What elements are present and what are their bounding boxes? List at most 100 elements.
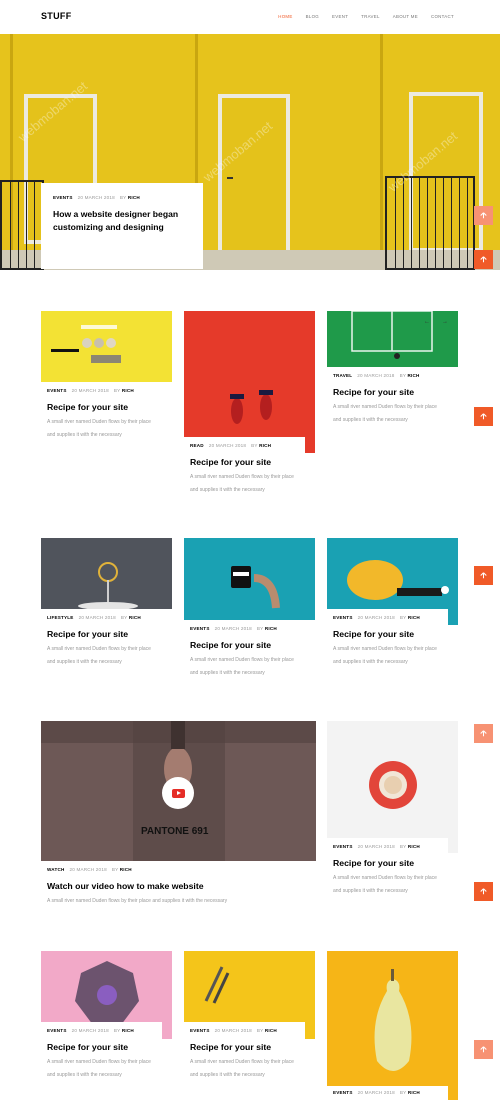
post-info: READ 20 MARCH 2018 BY RICH Recipe for your…: [184, 437, 305, 506]
post-excerpt: A small river named Duden flows by their…: [333, 875, 437, 894]
post-title[interactable]: Recipe for your site: [333, 629, 442, 639]
post-info: EVENTS 20 MARCH 2018 BY RICH Recipe for yo…: [184, 1022, 305, 1091]
site-header: STUFF HOME BLOG EVENT TRAVEL ABOUT ME CO…: [0, 0, 500, 34]
post-meta: TRAVEL 20 MARCH 2018 BY RICH: [333, 373, 420, 378]
nav-about-me[interactable]: ABOUT ME: [393, 14, 418, 19]
nav-blog[interactable]: BLOG: [306, 14, 319, 19]
hero-post-title[interactable]: How a website designer began customizing…: [53, 208, 191, 233]
nav-event[interactable]: EVENT: [332, 14, 348, 19]
post-excerpt: A small river named Duden flows by their…: [190, 474, 294, 493]
post-card[interactable]: EVENTS 20 MARCH 2018 BY RICH Recipe for yo…: [184, 951, 315, 1091]
post-meta: EVENTS 20 MARCH 2018 BY RICH: [333, 1090, 420, 1095]
post-image-art: [231, 566, 280, 609]
post-meta: EVENTS 20 MARCH 2018 BY RICH: [47, 1028, 134, 1033]
post-info: EVENTS 20 MARCH 2018 BY RICH Recipe for yo…: [41, 382, 162, 456]
post-meta: LIFESTYLE 20 MARCH 2018 BY RICH: [47, 615, 141, 620]
post-info: WATCH 20 MARCH 2018 BY RICH Watch our vide…: [41, 861, 289, 921]
post-meta: EVENTS 20 MARCH 2018 BY RICH: [190, 1028, 277, 1033]
post-image-art: [230, 390, 273, 424]
post-info: EVENTS 20 MARCH 2018 BY RICH Recipe for yo…: [41, 1022, 162, 1091]
post-title[interactable]: Recipe for your site: [47, 1042, 156, 1052]
post-image: [184, 538, 315, 620]
post-title[interactable]: Recipe for your site: [47, 629, 156, 639]
post-excerpt: A small river named Duden flows by their…: [333, 646, 437, 665]
scroll-top-button[interactable]: [474, 407, 493, 426]
arrow-up-icon: [480, 572, 487, 579]
arrow-up-icon: [480, 730, 487, 737]
arrow-left-icon[interactable]: ←: [424, 319, 430, 325]
post-title[interactable]: Recipe for your site: [333, 858, 442, 868]
post-meta: EVENTS 20 MARCH 2018 BY RICH: [47, 388, 134, 393]
scroll-top-button[interactable]: [474, 566, 493, 585]
arrow-up-icon: [480, 888, 487, 895]
post-image: [184, 311, 315, 453]
post-card[interactable]: READ 20 MARCH 2018 BY RICH Recipe for your…: [184, 311, 315, 506]
nav-home[interactable]: HOME: [278, 14, 292, 19]
wall-panel: [380, 34, 383, 270]
post-title[interactable]: Recipe for your site: [190, 640, 299, 650]
post-image-art: [369, 761, 417, 809]
arrow-up-icon: [480, 212, 487, 219]
slider-controls: ← →: [424, 319, 448, 325]
post-card[interactable]: EVENTS 20 MARCH 2018 BY RICH Recipe for yo…: [184, 538, 315, 683]
post-title[interactable]: Recipe for your site: [47, 402, 156, 412]
post-meta: EVENTS 20 MARCH 2018 BY RICH: [333, 615, 420, 620]
hero-post-card[interactable]: EVENTS 20 MARCH 2018 BY RICH How a website…: [41, 183, 203, 269]
post-info: EVENTS 20 MARCH 2018 BY RICH Recipe for yo…: [327, 838, 448, 896]
scroll-top-button[interactable]: [474, 250, 493, 269]
post-card[interactable]: EVENTS 20 MARCH 2018 BY RICH: [327, 951, 458, 1100]
post-image: [41, 311, 172, 382]
post-excerpt: A small river named Duden flows by their…: [47, 646, 151, 665]
post-image: [327, 721, 458, 853]
scroll-top-button[interactable]: [474, 724, 493, 743]
post-excerpt: A small river named Duden flows by their…: [333, 404, 437, 423]
door-frame: [218, 94, 290, 270]
post-meta: READ 20 MARCH 2018 BY RICH: [190, 443, 272, 448]
scroll-top-button[interactable]: [474, 206, 493, 225]
youtube-play-icon: [171, 788, 185, 798]
post-info: EVENTS 20 MARCH 2018 BY RICH Recipe for yo…: [327, 609, 448, 673]
video-play-button[interactable]: [162, 777, 194, 809]
nav-travel[interactable]: TRAVEL: [361, 14, 380, 19]
arrow-up-icon: [480, 256, 487, 263]
post-title[interactable]: Recipe for your site: [190, 1042, 299, 1052]
door-handle: [227, 177, 233, 179]
post-excerpt: A small river named Duden flows by their…: [47, 1059, 151, 1078]
post-info: LIFESTYLE 20 MARCH 2018 BY RICH Recipe for…: [41, 609, 162, 673]
post-card[interactable]: EVENTS 20 MARCH 2018 BY RICH Recipe for yo…: [41, 311, 172, 456]
post-card[interactable]: ← → TRAVEL 20 MARCH 2018 BY RICH Recipe for…: [327, 311, 458, 436]
post-image-art: [51, 325, 121, 363]
post-excerpt: A small river named Duden flows by their…: [47, 419, 151, 438]
post-title[interactable]: Recipe for your site: [333, 387, 442, 397]
post-excerpt: A small river named Duden flows by their…: [47, 898, 228, 904]
pantone-label: PANTONE 691: [141, 826, 209, 837]
post-excerpt: A small river named Duden flows by their…: [190, 1059, 294, 1078]
post-title[interactable]: Watch our video how to make website: [47, 881, 283, 891]
post-meta: EVENTS 20 MARCH 2018 BY RICH: [190, 626, 277, 631]
railing: [0, 180, 44, 270]
post-meta: EVENTS 20 MARCH 2018 BY RICH: [53, 195, 140, 200]
scroll-top-button[interactable]: [474, 1040, 493, 1059]
post-meta: EVENTS 20 MARCH 2018 BY RICH: [333, 844, 420, 849]
post-info: TRAVEL 20 MARCH 2018 BY RICH Recipe for yo…: [327, 367, 448, 436]
post-card[interactable]: LIFESTYLE 20 MARCH 2018 BY RICH Recipe for…: [41, 538, 172, 673]
post-card[interactable]: EVENTS 20 MARCH 2018 BY RICH Recipe for yo…: [327, 721, 458, 896]
scroll-top-button[interactable]: [474, 882, 493, 901]
nav-contact[interactable]: CONTACT: [431, 14, 454, 19]
site-logo[interactable]: STUFF: [41, 11, 72, 21]
post-info: EVENTS 20 MARCH 2018 BY RICH Recipe for yo…: [184, 620, 305, 683]
post-title[interactable]: Recipe for your site: [190, 457, 299, 467]
post-info: EVENTS 20 MARCH 2018 BY RICH: [327, 1086, 448, 1100]
post-card[interactable]: EVENTS 20 MARCH 2018 BY RICH Recipe for yo…: [327, 538, 458, 673]
post-image: [41, 538, 172, 609]
arrow-up-icon: [480, 1046, 487, 1053]
video-post-card[interactable]: PANTONE 691 WATCH 20 MARCH 2018 BY RICH Wa…: [41, 721, 316, 921]
post-image-art: [374, 969, 412, 1071]
railing: [385, 176, 475, 270]
post-excerpt: A small river named Duden flows by their…: [190, 657, 294, 676]
main-nav: HOME BLOG EVENT TRAVEL ABOUT ME CONTACT: [265, 14, 454, 19]
arrow-right-icon[interactable]: →: [442, 319, 448, 325]
post-image: [327, 951, 458, 1100]
post-card[interactable]: EVENTS 20 MARCH 2018 BY RICH Recipe for yo…: [41, 951, 172, 1091]
arrow-up-icon: [480, 413, 487, 420]
